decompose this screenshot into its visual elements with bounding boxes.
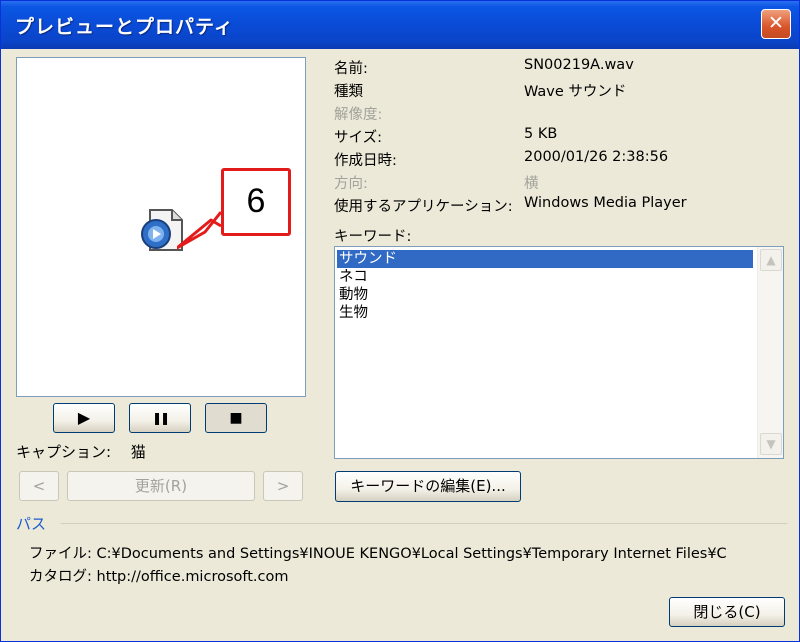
- file-label: ファイル:: [29, 546, 92, 562]
- property-key: 解像度:: [334, 107, 383, 123]
- window-title: プレビューとプロパティ: [15, 16, 234, 38]
- property-value: Wave サウンド: [524, 84, 627, 100]
- catalog-value: http://office.microsoft.com: [96, 569, 289, 585]
- chevron-right-icon: >: [276, 477, 290, 495]
- caption-label: キャプション:: [16, 443, 112, 461]
- property-value: 横: [524, 176, 539, 192]
- caption-row: キャプション: 猫: [16, 441, 146, 462]
- chevron-left-icon: <: [32, 477, 46, 495]
- preview-pane: 6: [16, 57, 306, 397]
- edit-keywords-button[interactable]: キーワードの編集(E)...: [335, 471, 521, 502]
- preview-properties-dialog: プレビューとプロパティ ✕ 6 ▶ ❚❚ ■ キャプション: 猫 < 更新(R)…: [0, 0, 800, 642]
- keywords-label: キーワード:: [334, 229, 412, 245]
- file-path-row: ファイル: C:¥Documents and Settings¥INOUE KE…: [29, 542, 727, 563]
- property-value: SN00219A.wav: [524, 57, 634, 73]
- title-bar[interactable]: プレビューとプロパティ ✕: [1, 1, 799, 49]
- file-path-value: C:¥Documents and Settings¥INOUE KENGO¥Lo…: [96, 546, 727, 562]
- property-key: 使用するアプリケーション:: [334, 199, 513, 215]
- property-key: 作成日時:: [334, 153, 397, 169]
- callout-number: 6: [221, 168, 291, 236]
- list-item[interactable]: 生物: [337, 304, 368, 322]
- path-section-label: パス: [16, 515, 47, 533]
- list-item[interactable]: ネコ: [337, 268, 368, 286]
- close-button[interactable]: 閉じる(C): [669, 597, 785, 627]
- pause-button[interactable]: ❚❚: [129, 403, 191, 433]
- play-button[interactable]: ▶: [53, 403, 115, 433]
- section-divider: [61, 523, 787, 524]
- next-button[interactable]: >: [263, 471, 303, 501]
- keywords-scrollbar[interactable]: ▲ ▼: [757, 247, 783, 458]
- play-icon: ▶: [77, 408, 91, 427]
- property-value: 5 KB: [524, 126, 558, 142]
- list-item[interactable]: サウンド: [337, 250, 753, 268]
- property-key: 名前:: [334, 61, 368, 77]
- previous-button[interactable]: <: [19, 471, 59, 501]
- property-key: サイズ:: [334, 130, 382, 146]
- edit-keywords-label: キーワードの編集(E)...: [350, 477, 506, 495]
- pause-icon: ❚❚: [151, 411, 170, 425]
- property-value: 2000/01/26 2:38:56: [524, 149, 669, 165]
- list-item[interactable]: 動物: [337, 286, 368, 304]
- update-button-label: 更新(R): [134, 477, 188, 495]
- caption-value: 猫: [130, 443, 146, 461]
- keywords-list[interactable]: サウンド ネコ 動物 生物 ▲ ▼: [334, 246, 784, 459]
- close-button-label: 閉じる(C): [693, 603, 761, 621]
- update-button[interactable]: 更新(R): [67, 471, 255, 501]
- scroll-up-icon[interactable]: ▲: [760, 249, 782, 271]
- catalog-label: カタログ:: [29, 569, 92, 585]
- property-value: Windows Media Player: [524, 195, 687, 211]
- stop-button[interactable]: ■: [205, 403, 267, 433]
- close-window-button[interactable]: ✕: [761, 9, 791, 39]
- close-icon: ✕: [768, 12, 784, 34]
- stop-icon: ■: [229, 410, 243, 426]
- property-key: 種類: [334, 84, 363, 100]
- property-key: 方向:: [334, 176, 368, 192]
- scroll-down-icon[interactable]: ▼: [760, 433, 782, 455]
- catalog-row: カタログ: http://office.microsoft.com: [29, 565, 289, 586]
